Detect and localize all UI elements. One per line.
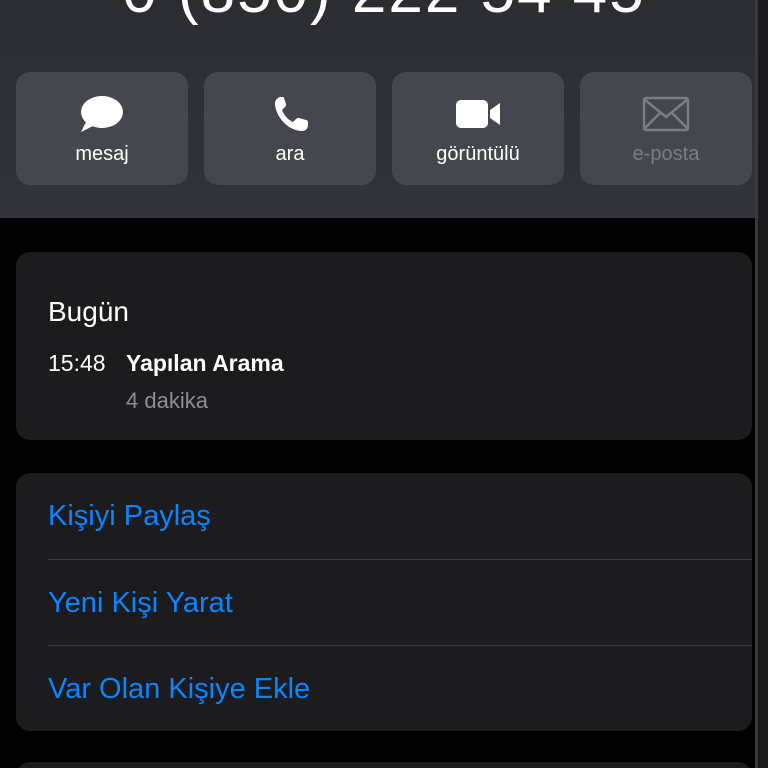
phone-icon bbox=[275, 97, 308, 131]
call-history-card: Bugün 15:48 Yapılan Arama 4 dakika bbox=[16, 252, 752, 440]
create-new-contact-button[interactable]: Yeni Kişi Yarat bbox=[16, 560, 752, 646]
call-duration: 4 dakika bbox=[126, 388, 208, 413]
message-button[interactable]: mesaj bbox=[16, 72, 188, 185]
video-button-label: görüntülü bbox=[436, 143, 520, 165]
contact-detail-screen: 0 (850) 222 54 45 mesaj ara bbox=[0, 0, 768, 768]
call-type: Yapılan Arama bbox=[126, 350, 284, 376]
phone-number: 0 (850) 222 54 45 bbox=[0, 0, 768, 28]
email-button-label: e-posta bbox=[632, 143, 700, 165]
call-button[interactable]: ara bbox=[204, 72, 376, 185]
video-button[interactable]: görüntülü bbox=[392, 72, 564, 185]
video-camera-icon bbox=[456, 100, 500, 128]
message-bubble-icon bbox=[81, 96, 123, 132]
add-to-existing-contact-button[interactable]: Var Olan Kişiye Ekle bbox=[16, 646, 752, 731]
next-section-card bbox=[16, 762, 752, 768]
share-contact-button[interactable]: Kişiyi Paylaş bbox=[16, 473, 752, 559]
email-button[interactable]: e-posta bbox=[580, 72, 752, 185]
call-time: 15:48 bbox=[48, 350, 106, 376]
call-history-day: Bugün bbox=[48, 296, 129, 327]
contact-options-card: Kişiyi Paylaş Yeni Kişi Yarat Var Olan K… bbox=[16, 473, 752, 731]
contact-header: 0 (850) 222 54 45 mesaj ara bbox=[0, 0, 768, 218]
quick-actions: mesaj ara görüntülü e-posta bbox=[16, 72, 752, 185]
scroll-edge bbox=[758, 0, 768, 768]
message-button-label: mesaj bbox=[75, 143, 129, 165]
envelope-icon bbox=[642, 96, 690, 132]
call-button-label: ara bbox=[275, 143, 305, 165]
